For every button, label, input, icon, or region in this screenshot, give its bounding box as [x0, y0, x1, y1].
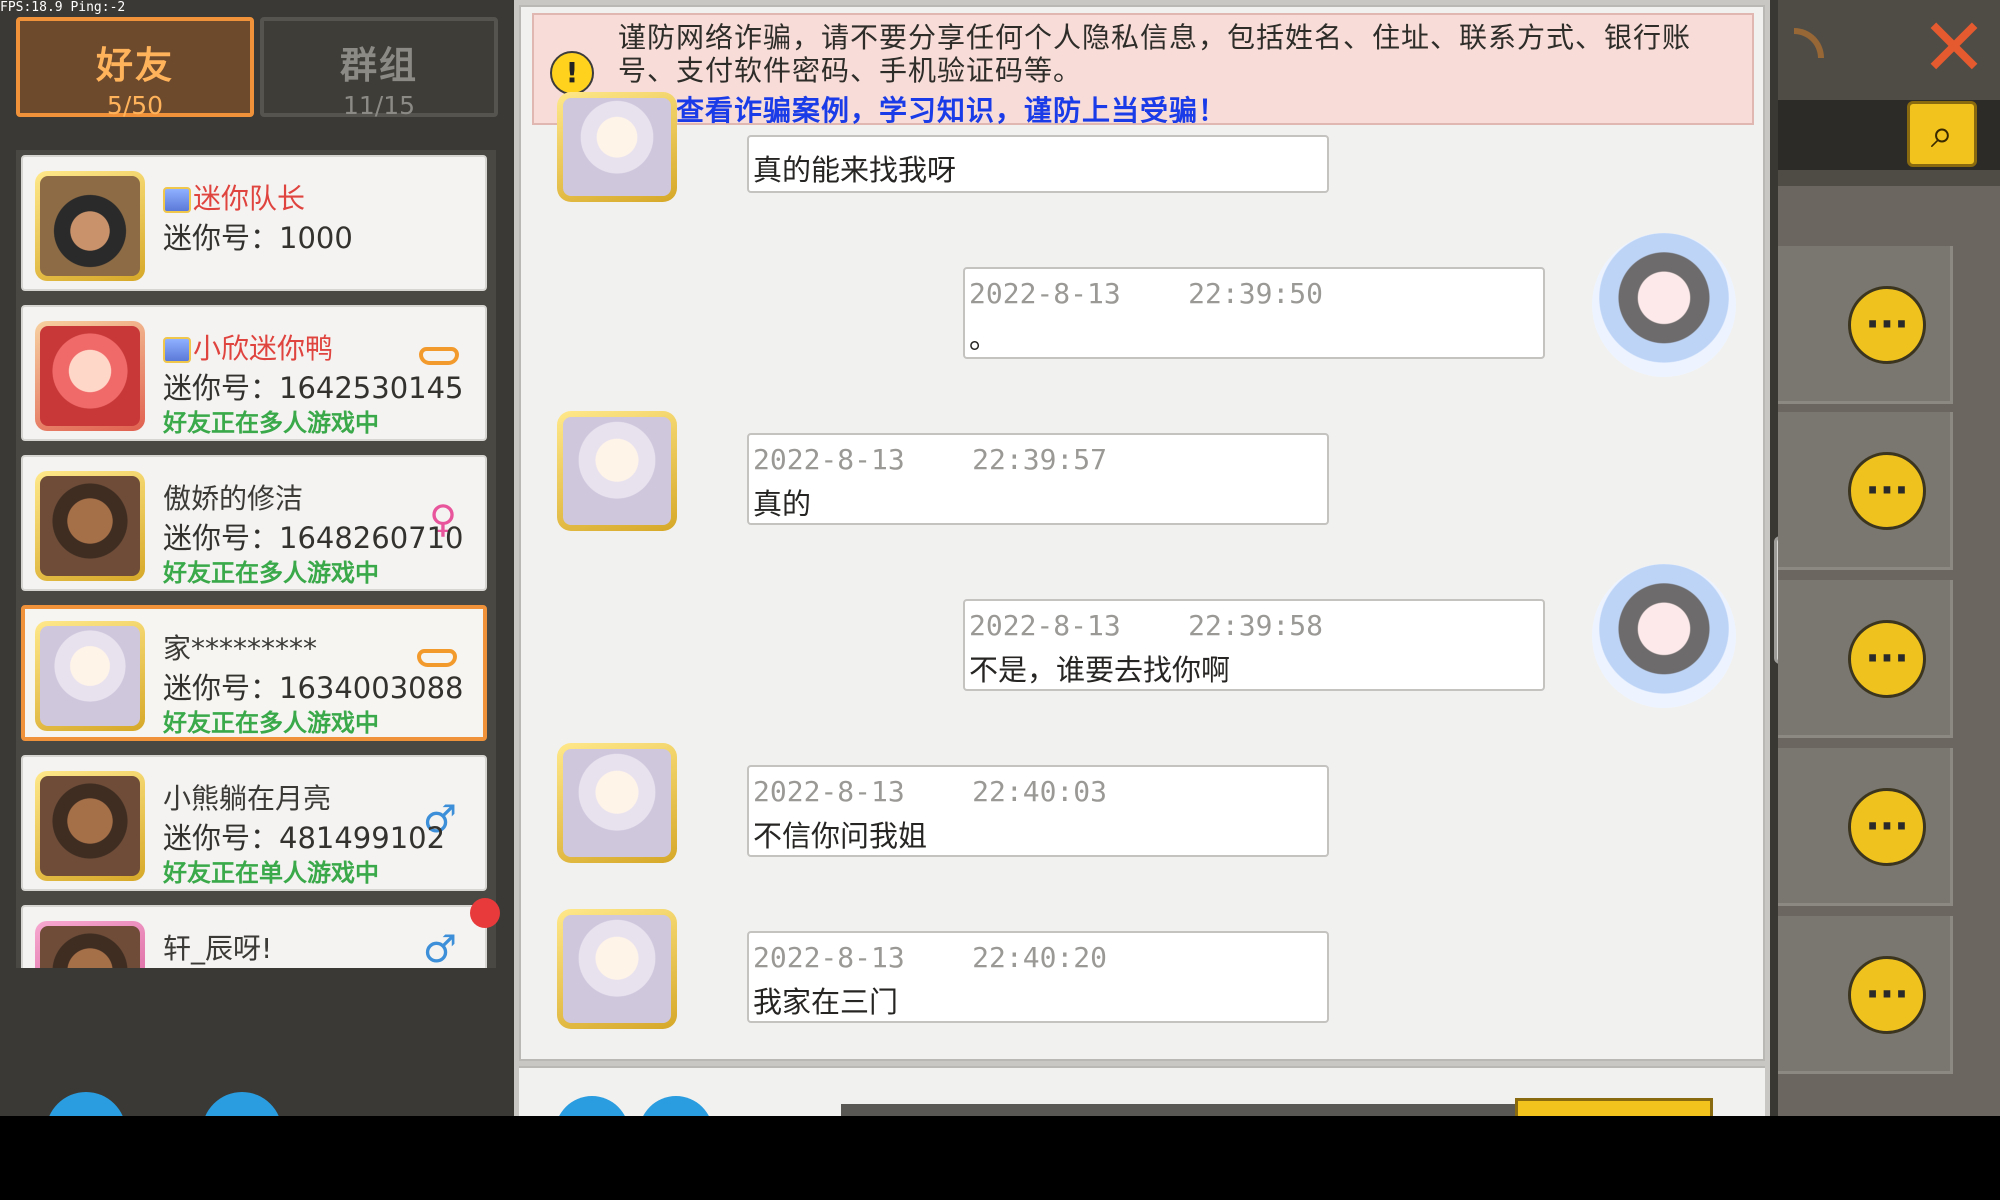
friend-id: 迷你号：1642530145	[163, 371, 464, 405]
message-time: 2022-8-13 22:40:03	[753, 775, 1108, 808]
friend-chat-avatar[interactable]	[557, 743, 677, 863]
tab-friends-count: 5/50	[106, 91, 164, 120]
friend-chat-avatar[interactable]	[557, 92, 677, 202]
tab-groups[interactable]: 群组 11/15	[260, 17, 498, 120]
tab-friends[interactable]: 好友 5/50	[16, 17, 254, 120]
message-time: 2022-8-13 22:39:58	[969, 609, 1324, 642]
close-icon[interactable]: ✕	[1914, 8, 1994, 88]
chat-bubble-icon[interactable]: ···	[1848, 788, 1926, 866]
avatar	[35, 621, 145, 731]
friend-item-selected[interactable]: 家********* 迷你号：1634003088 好友正在多人游戏中	[21, 605, 487, 741]
friend-id: 迷你号：1000	[163, 221, 353, 255]
chat-panel: ! 谨防网络诈骗，请不要分享任何个人隐私信息，包括姓名、住址、联系方式、银行账号…	[514, 0, 1770, 1116]
chat-bubble-icon[interactable]: ···	[1848, 620, 1926, 698]
friend-status: 好友正在多人游戏中	[163, 709, 379, 737]
vip-icon	[163, 337, 191, 363]
friend-list[interactable]: 迷你队长 迷你号：1000 小欣迷你鸭 迷你号：1642530145 好友正在多…	[16, 150, 496, 968]
warning-icon: !	[550, 51, 594, 95]
message-text: 我家在三门	[753, 985, 899, 1019]
message-text: 真的	[753, 487, 812, 521]
message-time: 2022-8-13 22:39:57	[753, 443, 1108, 476]
avatar	[35, 171, 145, 281]
friends-panel: 好友 5/50 群组 11/15 迷你队长 迷你号：1000 小欣迷你鸭 迷你号…	[0, 0, 512, 1116]
fraud-cases-link[interactable]: 点击查看诈骗案例，学习知识，谨防上当受骗！	[618, 89, 1227, 129]
friend-item[interactable]: 小欣迷你鸭 迷你号：1642530145 好友正在多人游戏中	[21, 305, 487, 441]
vip-icon	[163, 187, 191, 213]
message-text: 真的能来找我呀	[753, 153, 957, 187]
chat-bubble-icon[interactable]: ···	[1848, 956, 1926, 1034]
friend-status: 好友正在单人游戏中	[163, 859, 379, 887]
friend-name: 傲娇的修洁	[163, 482, 304, 515]
warning-text: 谨防网络诈骗，请不要分享任何个人隐私信息，包括姓名、住址、联系方式、银行账号、支…	[618, 21, 1692, 87]
chat-message: 2022-8-13 22:40:20 我家在三门	[747, 931, 1329, 1023]
chat-message-self: 2022-8-13 22:39:58 不是，谁要去找你啊	[963, 599, 1545, 691]
avatar	[35, 771, 145, 881]
conversation-list: ··· ··· ··· ··· ···	[1778, 186, 2000, 1116]
friend-name: 轩_辰呀!	[163, 932, 273, 965]
message-text: 。	[969, 321, 999, 355]
emoji-button[interactable]	[555, 1096, 629, 1116]
send-button[interactable]	[1515, 1098, 1713, 1116]
friend-name: 小熊躺在月亮	[163, 782, 332, 815]
friend-id: 迷你号：1648260710	[163, 521, 464, 555]
friend-name: 家*********	[163, 632, 318, 665]
add-friend-button[interactable]	[46, 1092, 126, 1116]
list-item[interactable]: ···	[1778, 916, 1953, 1074]
tab-groups-label: 群组	[340, 44, 418, 87]
friend-item[interactable]: 傲娇的修洁 ♀ 迷你号：1648260710 好友正在多人游戏中	[21, 455, 487, 591]
message-time: 2022-8-13 22:40:20	[753, 941, 1108, 974]
friend-chat-avatar[interactable]	[557, 411, 677, 531]
notification-badge	[470, 898, 500, 928]
friend-name: 迷你队长	[163, 177, 305, 217]
chat-message: 真的能来找我呀	[747, 135, 1329, 193]
chat-message: 2022-8-13 22:39:57 真的	[747, 433, 1329, 525]
chat-bubble-icon[interactable]: ···	[1848, 286, 1926, 364]
chat-history[interactable]: ! 谨防网络诈骗，请不要分享任何个人隐私信息，包括姓名、住址、联系方式、银行账号…	[519, 5, 1765, 1061]
friend-chat-avatar[interactable]	[557, 909, 677, 1029]
message-time: 2022-8-13 22:39:50	[969, 277, 1324, 310]
list-item[interactable]: ···	[1778, 748, 1953, 906]
friend-name: 小欣迷你鸭	[163, 327, 333, 367]
friend-id: 迷你号：1634003088	[163, 671, 464, 705]
letterbox-bar	[0, 1116, 2000, 1200]
message-text: 不是，谁要去找你啊	[969, 653, 1231, 687]
self-chat-avatar[interactable]	[1592, 233, 1736, 377]
search-button[interactable]: ⌕	[1907, 101, 1977, 167]
avatar	[35, 471, 145, 581]
self-chat-avatar[interactable]	[1592, 564, 1736, 708]
message-text: 不信你问我姐	[753, 819, 928, 853]
avatar	[35, 321, 145, 431]
fraud-warning-banner: ! 谨防网络诈骗，请不要分享任何个人隐私信息，包括姓名、住址、联系方式、银行账号…	[532, 13, 1754, 127]
friend-status: 好友正在多人游戏中	[163, 559, 379, 587]
chat-message: 2022-8-13 22:40:03 不信你问我姐	[747, 765, 1329, 857]
message-input[interactable]	[841, 1104, 1521, 1116]
right-side-panel: ✕ ⌕ ··· ··· ··· ··· ···	[1778, 0, 2000, 1116]
fps-readout: FPS:18.9 Ping:-2	[0, 0, 126, 15]
avatar	[35, 921, 145, 968]
list-item[interactable]: ···	[1778, 246, 1953, 404]
mask-icon	[419, 347, 459, 365]
voice-button[interactable]	[639, 1096, 713, 1116]
male-icon: ♂	[422, 927, 457, 968]
list-item[interactable]: ···	[1778, 412, 1953, 570]
signal-icon	[1794, 28, 1824, 58]
chat-message-self: 2022-8-13 22:39:50 。	[963, 267, 1545, 359]
game-screen: FPS:18.9 Ping:-2 好友 5/50 群组 11/15 迷你队长 迷…	[0, 0, 2000, 1116]
friend-item[interactable]: 轩_辰呀! ♂	[21, 905, 487, 968]
friend-item[interactable]: 小熊躺在月亮 ♂ 迷你号：481499102 好友正在单人游戏中	[21, 755, 487, 891]
friend-status: 好友正在多人游戏中	[163, 409, 379, 437]
list-item[interactable]: ···	[1778, 580, 1953, 738]
tab-groups-count: 11/15	[342, 91, 416, 120]
chat-bubble-icon[interactable]: ···	[1848, 452, 1926, 530]
chat-input-bar	[519, 1066, 1765, 1116]
search-icon: ⌕	[1930, 111, 1954, 157]
friend-item[interactable]: 迷你队长 迷你号：1000	[21, 155, 487, 291]
settings-round-button[interactable]	[202, 1092, 282, 1116]
tab-friends-label: 好友	[96, 44, 174, 87]
friend-id: 迷你号：481499102	[163, 821, 446, 855]
